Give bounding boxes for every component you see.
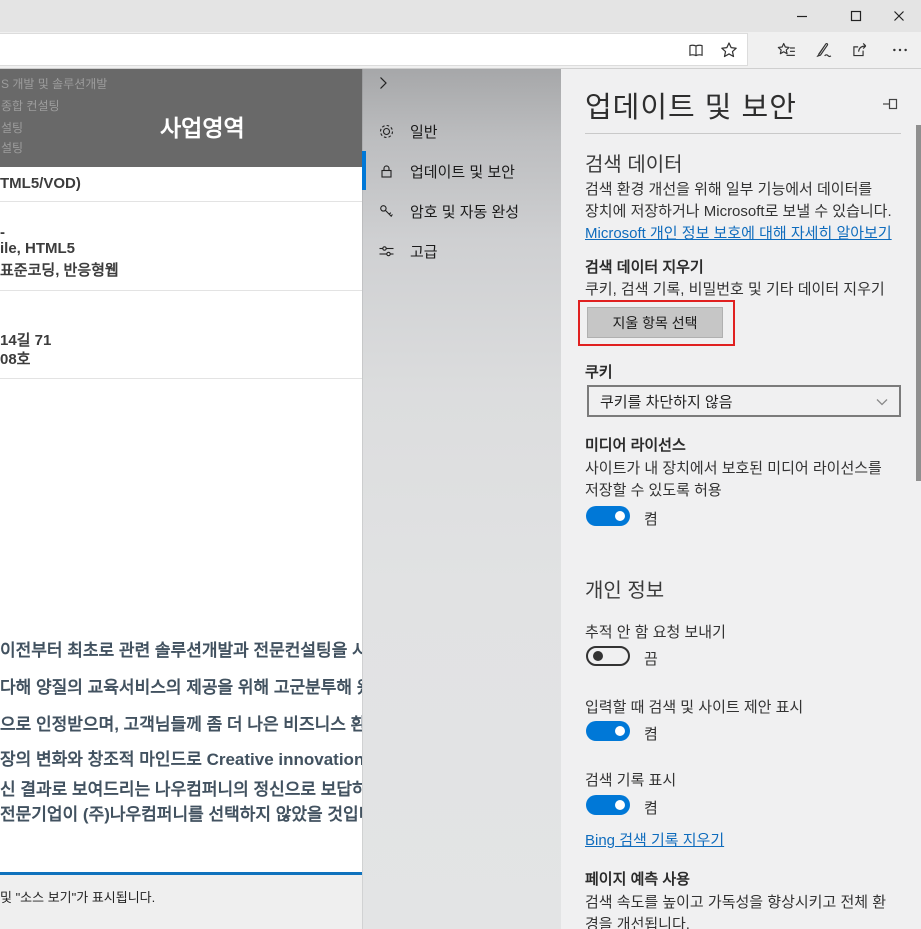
search-suggestions-toggle[interactable] [586,721,630,741]
settings-pane: 업데이트 및 보안 검색 데이터 검색 환경 개선을 위해 일부 기능에서 데이… [561,69,921,929]
webpage-hero-header: S 개발 및 솔루션개발 종합 컨설팅 설팅 설팅 사업영역 [0,69,362,167]
edge-browser-window: S 개발 및 솔루션개발 종합 컨설팅 설팅 설팅 사업영역 TML5/VOD)… [0,0,921,929]
lock-icon [378,163,395,180]
key-icon [378,203,395,220]
divider [0,290,362,291]
toggle-state-label: 켬 [644,797,658,818]
chevron-down-icon [875,395,889,409]
favorite-star-icon [720,41,738,59]
paragraph-line: 이전부터 최초로 관련 솔루션개발과 전문컨설팅을 시작 [0,636,362,661]
hub-button[interactable] [771,36,801,64]
browsing-data-desc: 검색 환경 개선을 위해 일부 기능에서 데이터를 [585,178,872,199]
media-licenses-toggle[interactable] [586,506,630,526]
sidebar-item-label: 일반 [410,121,438,142]
minimize-icon [796,10,808,22]
close-button[interactable] [876,0,921,32]
sidebar-item-label: 암호 및 자동 완성 [410,201,519,222]
page-title: 사업영역 [160,109,245,143]
sidebar-item-general[interactable]: 일반 [362,111,561,151]
paragraph-line: 다해 양질의 교육서비스의 제공을 위해 고군분투해 왔 [0,673,362,698]
divider [0,378,362,379]
list-item: ile, HTML5 [0,240,75,257]
toggle-state-label: 켬 [644,723,658,744]
hero-text-line: 설팅 [1,139,23,156]
divider [0,201,362,202]
hero-text-line: S 개발 및 솔루션개발 [1,75,107,92]
page-prediction-desc: 경을 개선됩니다. [585,913,690,929]
close-icon [893,10,905,22]
share-button[interactable] [845,36,875,64]
web-note-icon [814,41,833,59]
media-licenses-label: 미디어 라이선스 [585,434,686,455]
cookies-dropdown-value: 쿠키를 차단하지 않음 [600,391,733,412]
collapse-panel-button[interactable] [375,75,399,99]
reading-view-button[interactable] [681,36,711,64]
search-history-label: 검색 기록 표시 [585,769,676,790]
list-item: - [0,224,5,241]
sidebar-item-passwords-autofill[interactable]: 암호 및 자동 완성 [362,191,561,231]
media-licenses-desc: 저장할 수 있도록 허용 [585,479,722,500]
paragraph-line: 장의 변화와 창조적 마인드로 Creative innovation을 [0,745,362,770]
share-icon [851,41,870,59]
chevron-right-icon [375,75,391,91]
clear-browsing-data-heading: 검색 데이터 지우기 [585,256,704,277]
paragraph-line: 신 결과로 보여드리는 나우컴퍼니의 정신으로 보답하겠 [0,775,362,800]
cookies-label: 쿠키 [585,361,613,382]
page-prediction-label: 페이지 예측 사용 [585,868,690,889]
do-not-track-label: 추적 안 함 요청 보내기 [585,621,726,642]
maximize-button[interactable] [833,0,878,32]
hero-text-line: 설팅 [1,119,23,136]
choose-what-to-clear-button[interactable]: 지울 항목 선택 [587,307,723,338]
settings-scrollbar-thumb[interactable] [916,125,921,481]
browser-notification-bar: 및 "소스 보기"가 표시됩니다. [0,872,362,929]
search-history-toggle[interactable] [586,795,630,815]
settings-pane-title: 업데이트 및 보안 [585,84,797,126]
page-prediction-desc: 검색 속도를 높이고 가독성을 향상시키고 전체 환 [585,891,886,912]
reading-view-icon [687,42,705,59]
clear-browsing-data-desc: 쿠키, 검색 기록, 비밀번호 및 기타 데이터 지우기 [585,278,885,299]
search-suggestions-label: 입력할 때 검색 및 사이트 제안 표시 [585,696,803,717]
browsing-data-desc: 장치에 저장하거나 Microsoft로 보낼 수 있습니다. [585,200,892,221]
pin-pane-button[interactable] [882,96,899,112]
maximize-icon [850,10,862,22]
gear-icon [378,123,395,140]
sidebar-item-advanced[interactable]: 고급 [362,231,561,271]
do-not-track-toggle[interactable] [586,646,630,666]
divider [585,133,901,134]
sidebar-item-label: 업데이트 및 보안 [410,161,515,182]
pin-icon [882,96,899,112]
hub-icon [777,41,796,59]
paragraph-line: 전문기업이 (주)나우컴퍼니를 선택하지 않았을 것입니 [0,800,362,825]
toggle-state-label: 끔 [644,648,658,669]
toggle-state-label: 켬 [644,508,658,529]
media-licenses-desc: 사이트가 내 장치에서 보호된 미디어 라이선스를 [585,457,882,478]
sidebar-item-label: 고급 [410,241,438,262]
sliders-icon [378,243,395,260]
address-line: 14길 71 [0,329,51,350]
more-icon [891,41,909,59]
web-note-button[interactable] [808,36,838,64]
webpage-content: S 개발 및 솔루션개발 종합 컨설팅 설팅 설팅 사업영역 TML5/VOD)… [0,69,362,929]
privacy-learn-more-link[interactable]: Microsoft 개인 정보 보호에 대해 자세히 알아보기 [585,222,892,243]
minimize-button[interactable] [779,0,824,32]
section-heading-browsing-data: 검색 데이터 [585,148,683,177]
address-bar[interactable] [0,33,748,66]
notification-text: 및 "소스 보기"가 표시됩니다. [0,887,155,906]
list-item: 표준코딩, 반응형웹 [0,259,119,280]
section-heading-privacy: 개인 정보 [585,574,664,603]
list-item: TML5/VOD) [0,175,81,192]
hero-text-line: 종합 컨설팅 [1,97,60,114]
cookies-dropdown[interactable]: 쿠키를 차단하지 않음 [587,385,901,417]
add-favorite-button[interactable] [714,36,744,64]
settings-more-button[interactable] [885,36,915,64]
address-line: 08호 [0,348,31,369]
settings-nav-panel: 일반 업데이트 및 보안 암호 및 자동 완성 고급 [362,69,561,929]
clear-bing-history-link[interactable]: Bing 검색 기록 지우기 [585,829,724,850]
sidebar-item-update-security[interactable]: 업데이트 및 보안 [362,151,561,191]
paragraph-line: 으로 인정받으며, 고객님들께 좀 더 나은 비즈니스 환경 [0,710,362,735]
